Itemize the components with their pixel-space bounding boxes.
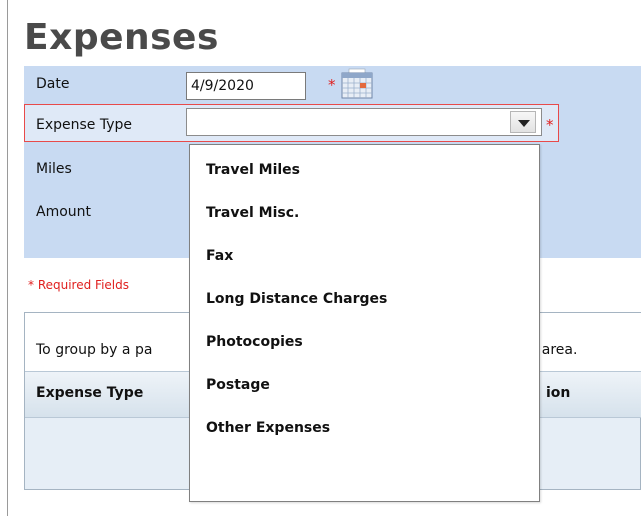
date-required-star: * (328, 76, 336, 94)
column-header-expense-type[interactable]: Expense Type (36, 385, 143, 401)
chevron-down-icon[interactable] (510, 111, 536, 133)
date-label: Date (36, 76, 70, 92)
expense-type-label: Expense Type (36, 117, 133, 133)
amount-label: Amount (36, 204, 92, 220)
expense-type-required-star: * (546, 116, 554, 134)
group-by-hint: To group by a pa (36, 342, 153, 358)
option-postage[interactable]: Postage (206, 377, 270, 393)
option-travel-misc[interactable]: Travel Misc. (206, 205, 299, 221)
option-photocopies[interactable]: Photocopies (206, 334, 303, 350)
required-fields-note: * Required Fields (28, 278, 129, 292)
option-long-distance-charges[interactable]: Long Distance Charges (206, 291, 387, 307)
miles-label: Miles (36, 161, 72, 177)
date-input[interactable] (186, 72, 306, 100)
expense-type-dropdown-list (189, 144, 540, 502)
calendar-icon[interactable] (340, 68, 374, 100)
option-travel-miles[interactable]: Travel Miles (206, 162, 300, 178)
left-border (7, 0, 8, 516)
option-fax[interactable]: Fax (206, 248, 233, 264)
option-other-expenses[interactable]: Other Expenses (206, 420, 330, 436)
page-title: Expenses (24, 17, 219, 58)
expense-type-select[interactable] (186, 108, 542, 136)
column-header-description[interactable]: ion (546, 385, 570, 401)
